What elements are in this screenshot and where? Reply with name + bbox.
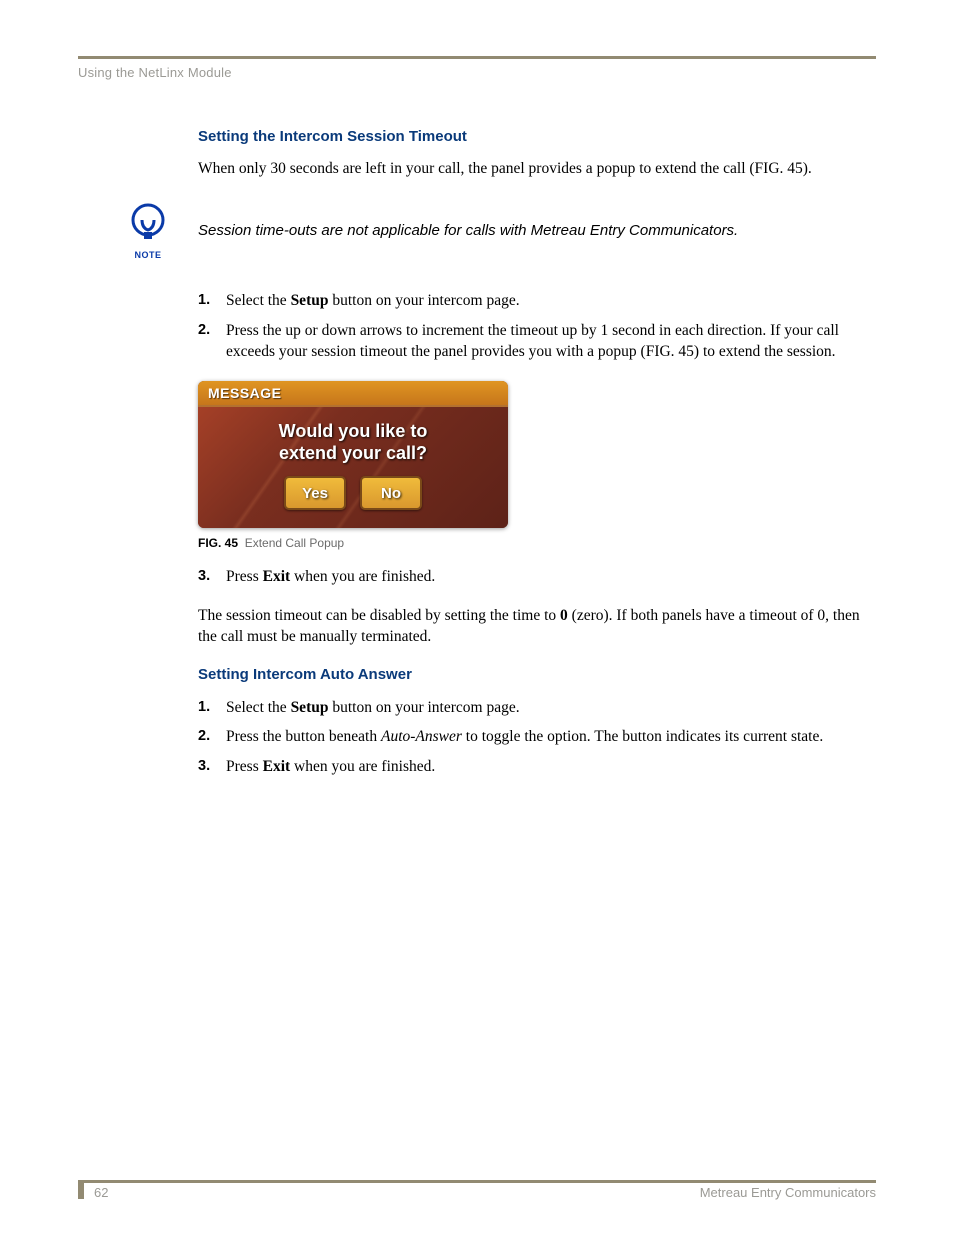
figure-wrap: MESSAGE Would you like to extend your ca… <box>198 381 872 528</box>
step-text: when you are finished. <box>290 568 435 585</box>
footer-rule: 62 Metreau Entry Communicators <box>78 1180 876 1199</box>
step-text: Press <box>226 568 263 585</box>
step-text: Select the <box>226 699 291 716</box>
step-text: Press the button beneath <box>226 728 381 745</box>
figure-caption-text: Extend Call Popup <box>245 536 344 550</box>
step-bold: Setup <box>291 699 329 716</box>
steps-list-2: Select the Setup button on your intercom… <box>198 697 872 778</box>
extend-call-popup: MESSAGE Would you like to extend your ca… <box>198 381 508 528</box>
popup-titlebar: MESSAGE <box>198 381 508 407</box>
note-text: Session time-outs are not applicable for… <box>198 222 738 239</box>
header-rule <box>78 56 876 59</box>
popup-no-button[interactable]: No <box>360 476 422 510</box>
step-text: button on your intercom page. <box>328 292 519 309</box>
main-content: Setting the Intercom Session Timeout Whe… <box>198 128 872 778</box>
popup-body: Would you like to extend your call? Yes … <box>198 407 508 528</box>
section-heading: Setting Intercom Auto Answer <box>198 666 872 683</box>
step-text: Select the <box>226 292 291 309</box>
step-item: Select the Setup button on your intercom… <box>198 290 872 312</box>
step-item: Press the up or down arrows to increment… <box>198 320 872 363</box>
popup-yes-button[interactable]: Yes <box>284 476 346 510</box>
note-lightbulb-icon: NOTE <box>118 202 178 260</box>
step-item: Select the Setup button on your intercom… <box>198 697 872 719</box>
closing-paragraph: The session timeout can be disabled by s… <box>198 606 872 648</box>
popup-button-row: Yes No <box>208 476 498 510</box>
step-item: Press the button beneath Auto-Answer to … <box>198 726 872 748</box>
popup-question: Would you like to extend your call? <box>208 421 498 464</box>
steps-list-1b: Press Exit when you are finished. <box>198 566 872 588</box>
section-heading: Setting the Intercom Session Timeout <box>198 128 872 145</box>
step-item: Press Exit when you are finished. <box>198 756 872 778</box>
note-label: NOTE <box>118 250 178 260</box>
step-text: when you are finished. <box>290 758 435 775</box>
step-bold: Exit <box>263 568 291 585</box>
step-text: Press <box>226 758 263 775</box>
document-page: Using the NetLinx Module Setting the Int… <box>0 0 954 1235</box>
note-block: NOTE Session time-outs are not applicabl… <box>118 202 872 260</box>
step-bold: Setup <box>291 292 329 309</box>
step-text: button on your intercom page. <box>328 699 519 716</box>
closing-text: The session timeout can be disabled by s… <box>198 607 560 624</box>
running-header: Using the NetLinx Module <box>78 65 876 80</box>
page-number: 62 <box>94 1185 108 1200</box>
page-footer: 62 Metreau Entry Communicators <box>78 1180 876 1199</box>
steps-list-1a: Select the Setup button on your intercom… <box>198 290 872 363</box>
intro-paragraph: When only 30 seconds are left in your ca… <box>198 159 872 180</box>
figure-caption: FIG. 45 Extend Call Popup <box>198 536 872 550</box>
footer-doc-title: Metreau Entry Communicators <box>700 1185 876 1200</box>
step-italic: Auto-Answer <box>381 728 462 745</box>
step-item: Press Exit when you are finished. <box>198 566 872 588</box>
step-text: to toggle the option. The button indicat… <box>462 728 823 745</box>
closing-bold: 0 <box>560 607 568 624</box>
figure-label: FIG. 45 <box>198 536 238 550</box>
step-bold: Exit <box>263 758 291 775</box>
